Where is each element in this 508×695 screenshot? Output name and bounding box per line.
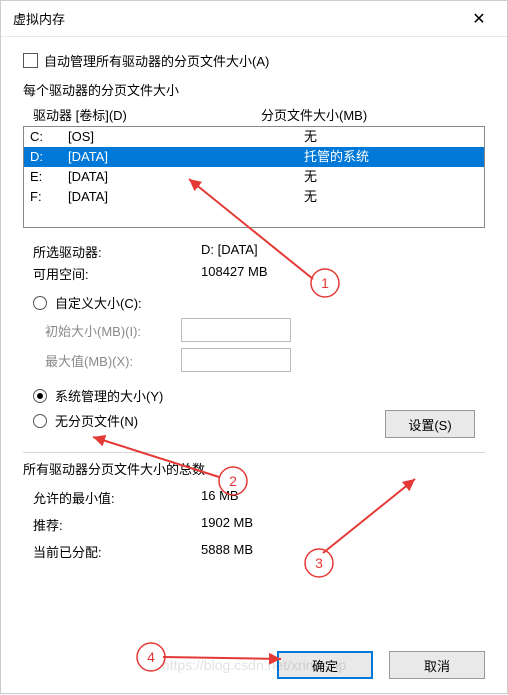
max-size-row: 最大值(MB)(X):: [45, 348, 485, 372]
drive-letter: D:: [30, 147, 68, 167]
drive-pagefile-size: 无: [304, 167, 484, 187]
totals-section-label: 所有驱动器分页文件大小的总数: [23, 459, 485, 478]
watermark: https://blog.csdn.net/xrinosvip: [162, 657, 346, 673]
radio-system-managed[interactable]: 系统管理的大小(Y): [33, 386, 485, 405]
header-drive: 驱动器 [卷标](D): [33, 105, 261, 124]
drive-letter: E:: [30, 167, 68, 187]
checkbox-icon: [23, 53, 38, 68]
available-space-value: 108427 MB: [201, 264, 268, 283]
set-button[interactable]: 设置(S): [385, 410, 475, 438]
initial-size-input[interactable]: [181, 318, 291, 342]
header-size: 分页文件大小(MB): [261, 105, 485, 124]
auto-manage-checkbox[interactable]: 自动管理所有驱动器的分页文件大小(A): [23, 51, 485, 70]
min-allowed-value: 16 MB: [201, 488, 239, 507]
virtual-memory-dialog: 虚拟内存 ✕ 自动管理所有驱动器的分页文件大小(A) 每个驱动器的分页文件大小 …: [0, 0, 508, 694]
radio-custom-size[interactable]: 自定义大小(C):: [33, 293, 485, 312]
available-space-label: 可用空间:: [33, 264, 201, 283]
drive-letter: F:: [30, 187, 68, 207]
drive-row[interactable]: D:[DATA]托管的系统: [24, 147, 484, 167]
per-drive-section-label: 每个驱动器的分页文件大小: [23, 80, 485, 99]
cancel-button[interactable]: 取消: [389, 651, 485, 679]
radio-system-label: 系统管理的大小(Y): [55, 386, 163, 405]
set-button-label: 设置(S): [408, 415, 451, 434]
window-title: 虚拟内存: [13, 9, 65, 28]
drive-pagefile-size: 无: [304, 127, 484, 147]
radio-icon: [33, 296, 47, 310]
close-icon: ✕: [472, 9, 485, 29]
radio-custom-label: 自定义大小(C):: [55, 293, 142, 312]
max-size-input[interactable]: [181, 348, 291, 372]
currently-allocated-label: 当前已分配:: [33, 542, 201, 561]
drive-row[interactable]: C:[OS]无: [24, 127, 484, 147]
selected-drive-value: D: [DATA]: [201, 242, 258, 261]
recommended-label: 推荐:: [33, 515, 201, 534]
min-allowed-label: 允许的最小值:: [33, 488, 201, 507]
drive-label: [OS]: [68, 127, 304, 147]
max-size-label: 最大值(MB)(X):: [45, 351, 171, 370]
initial-size-label: 初始大小(MB)(I):: [45, 321, 171, 340]
dialog-body: 自动管理所有驱动器的分页文件大小(A) 每个驱动器的分页文件大小 驱动器 [卷标…: [1, 37, 507, 576]
radio-icon: [33, 414, 47, 428]
recommended-value: 1902 MB: [201, 515, 253, 534]
drive-letter: C:: [30, 127, 68, 147]
auto-manage-label: 自动管理所有驱动器的分页文件大小(A): [44, 51, 269, 70]
drive-list[interactable]: C:[OS]无D:[DATA]托管的系统E:[DATA]无F:[DATA]无: [23, 126, 485, 228]
drive-pagefile-size: 无: [304, 187, 484, 207]
radio-none-label: 无分页文件(N): [55, 411, 138, 430]
annotation-4: 4: [147, 649, 155, 665]
drive-list-headers: 驱动器 [卷标](D) 分页文件大小(MB): [33, 105, 485, 124]
titlebar: 虚拟内存 ✕: [1, 1, 507, 37]
cancel-button-label: 取消: [424, 656, 450, 675]
drive-label: [DATA]: [68, 147, 304, 167]
drive-row[interactable]: E:[DATA]无: [24, 167, 484, 187]
close-button[interactable]: ✕: [459, 4, 499, 34]
drive-row[interactable]: F:[DATA]无: [24, 187, 484, 207]
currently-allocated-value: 5888 MB: [201, 542, 253, 561]
initial-size-row: 初始大小(MB)(I):: [45, 318, 485, 342]
drive-label: [DATA]: [68, 167, 304, 187]
radio-icon: [33, 389, 47, 403]
selected-drive-label: 所选驱动器:: [33, 242, 201, 261]
drive-pagefile-size: 托管的系统: [304, 147, 484, 167]
drive-label: [DATA]: [68, 187, 304, 207]
divider: [23, 452, 485, 453]
